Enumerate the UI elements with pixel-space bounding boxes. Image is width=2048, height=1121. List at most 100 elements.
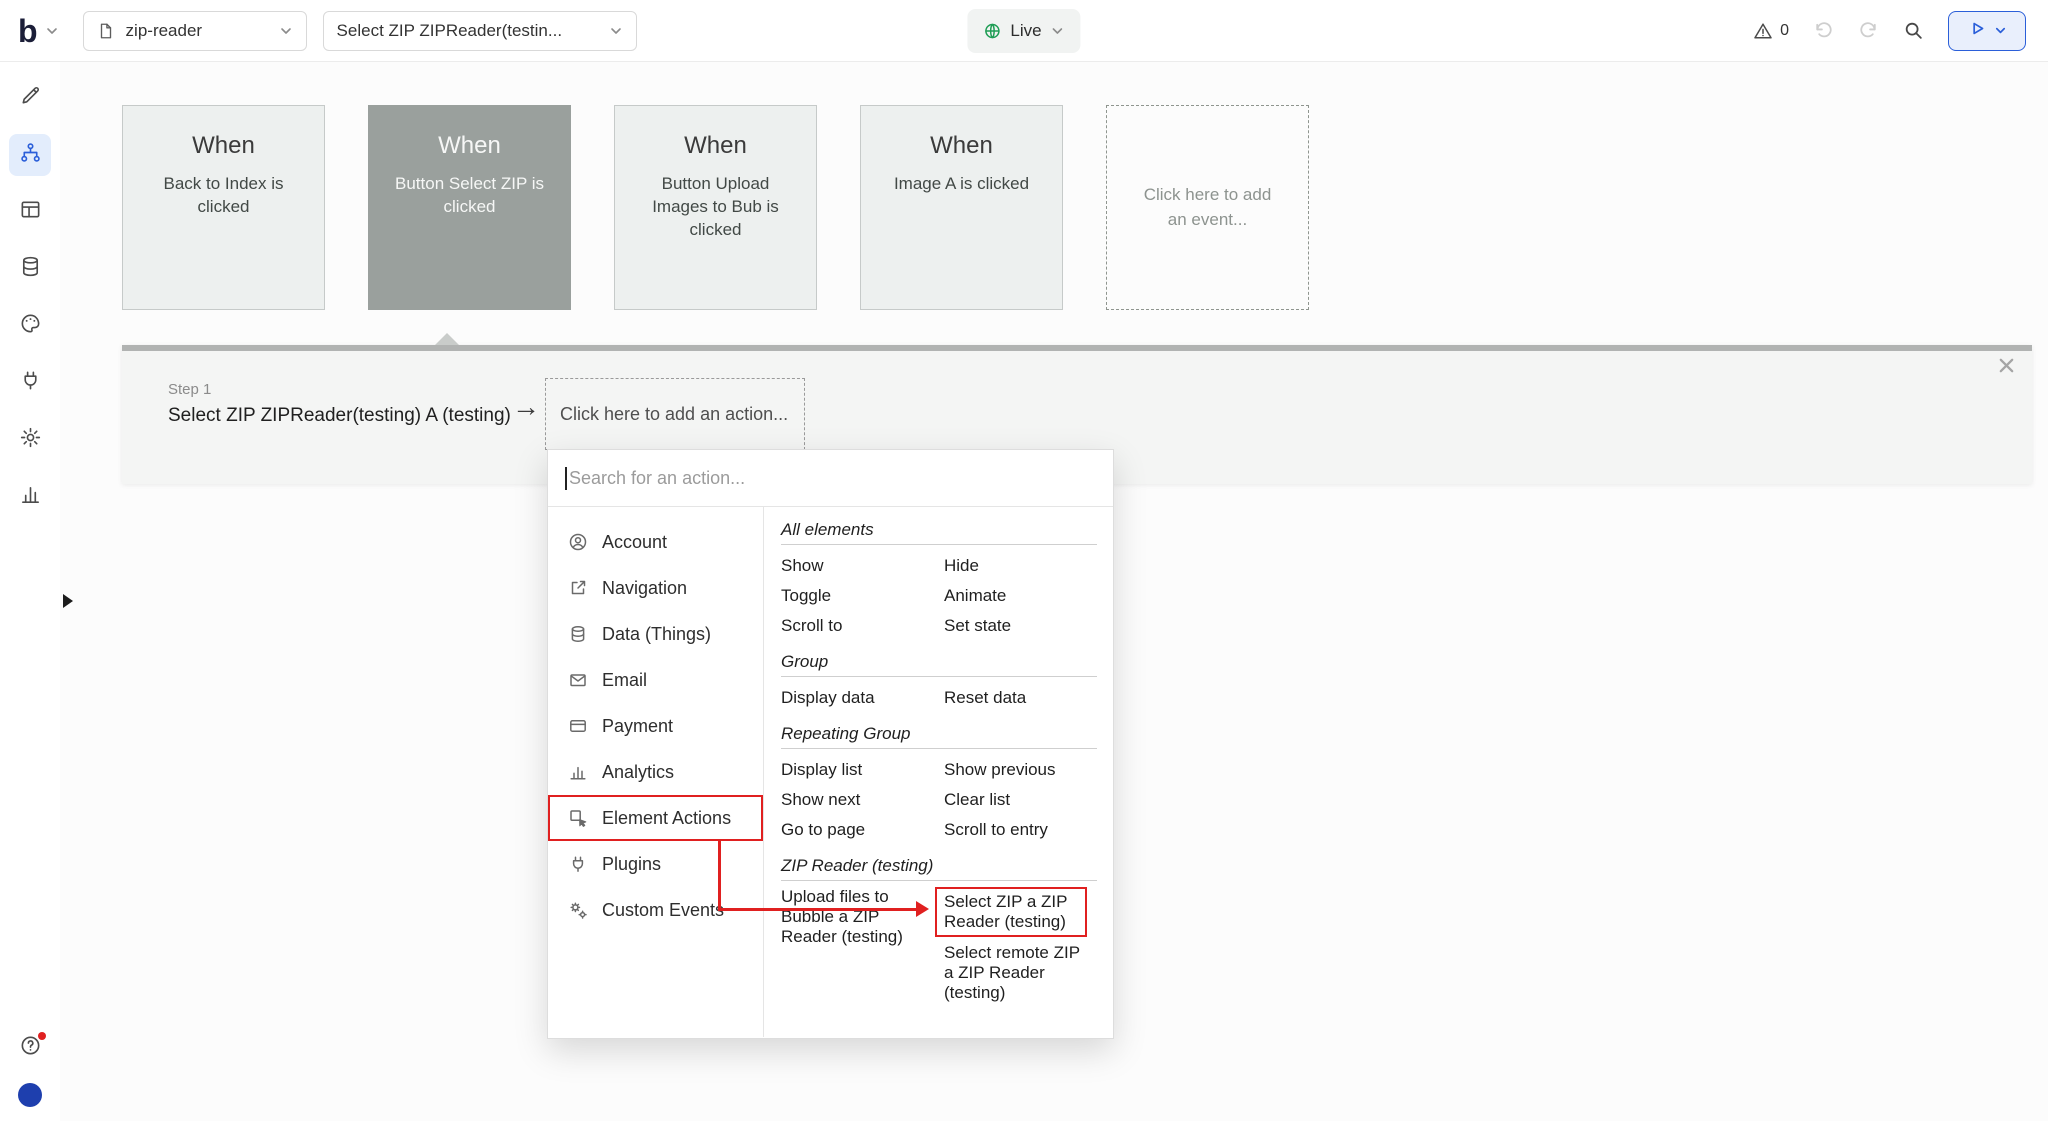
- action-category-analytics[interactable]: Analytics: [548, 749, 763, 795]
- left-toolbar: [0, 62, 60, 1121]
- analytics-icon: [568, 762, 588, 782]
- action-item-scroll-to[interactable]: Scroll to: [781, 611, 944, 641]
- action-item-select-zip-a-zip-reader-testing[interactable]: Select ZIP a ZIP Reader (testing): [944, 887, 1097, 937]
- undo-icon[interactable]: [1813, 20, 1834, 41]
- sidebar-item-settings[interactable]: [9, 419, 51, 461]
- action-item-animate[interactable]: Animate: [944, 581, 1097, 611]
- issues-count: 0: [1780, 22, 1789, 40]
- pencil-icon: [19, 84, 42, 112]
- action-category-email[interactable]: Email: [548, 657, 763, 703]
- action-picker-popup: Account Navigation Data (Things) Email Payme…: [547, 449, 1114, 1039]
- chevron-down-icon: [279, 24, 293, 38]
- gear-icon: [19, 426, 42, 454]
- action-item-clear-list[interactable]: Clear list: [944, 785, 1097, 815]
- environment-selector[interactable]: Live: [967, 9, 1080, 53]
- element-selector-dropdown[interactable]: Select ZIP ZIPReader(testin...: [323, 11, 637, 51]
- bubble-logo-menu[interactable]: b: [18, 15, 59, 47]
- plugins-icon: [568, 854, 588, 874]
- sidebar-bottom: [9, 1027, 51, 1107]
- sidebar-item-workflow[interactable]: [9, 134, 51, 176]
- action-item-select-remote-zip-a-zip-reader-testing[interactable]: Select remote ZIP a ZIP Reader (testing): [944, 943, 1097, 1003]
- action-category-navigation[interactable]: Navigation: [548, 565, 763, 611]
- top-bar: b zip-reader Select ZIP ZIPReader(testin…: [0, 0, 2048, 62]
- element-selector-value: Select ZIP ZIPReader(testin...: [337, 21, 598, 41]
- action-item-show-next[interactable]: Show next: [781, 785, 944, 815]
- event-subtitle: Image A is clicked: [878, 173, 1045, 196]
- action-item-reset-data[interactable]: Reset data: [944, 683, 1097, 713]
- step-number: Step 1: [168, 381, 511, 398]
- sidebar-expander-arrow[interactable]: [63, 594, 73, 608]
- add-action-box[interactable]: Click here to add an action...: [545, 378, 805, 450]
- category-label: Data (Things): [602, 624, 711, 645]
- action-category-plugins[interactable]: Plugins: [548, 841, 763, 887]
- action-item-set-state[interactable]: Set state: [944, 611, 1097, 641]
- event-card-image-a-is-clicked[interactable]: WhenImage A is clicked: [860, 105, 1063, 310]
- bar-chart-icon: [19, 483, 42, 511]
- section-items: Display dataReset data: [781, 683, 1097, 713]
- redo-icon[interactable]: [1858, 20, 1879, 41]
- section-title: ZIP Reader (testing): [781, 853, 1097, 881]
- action-search-input[interactable]: [569, 468, 1096, 489]
- add-action-label: Click here to add an action...: [560, 404, 788, 425]
- workflow-canvas: WhenBack to Index is clickedWhenButton S…: [60, 62, 2048, 1121]
- annotation-line-vertical: [718, 840, 721, 910]
- annotation-highlight-box: Select ZIP a ZIP Reader (testing): [935, 887, 1087, 937]
- action-category-account[interactable]: Account: [548, 519, 763, 565]
- search-icon[interactable]: [1903, 20, 1924, 41]
- custom-events-icon: [568, 900, 588, 920]
- event-card-button-upload-images-to-bub-is-clicked[interactable]: WhenButton Upload Images to Bub is click…: [614, 105, 817, 310]
- action-section-group: Group Display dataReset data: [781, 649, 1097, 713]
- step-title: Select ZIP ZIPReader(testing) A (testing…: [168, 405, 511, 427]
- close-icon[interactable]: [1997, 356, 2016, 375]
- annotation-arrowhead: [916, 901, 929, 917]
- environment-label: Live: [1010, 21, 1041, 41]
- action-category-data-things[interactable]: Data (Things): [548, 611, 763, 657]
- category-label: Email: [602, 670, 647, 691]
- sidebar-item-logs[interactable]: [9, 476, 51, 518]
- action-item-display-list[interactable]: Display list: [781, 755, 944, 785]
- email-icon: [568, 670, 588, 690]
- category-label: Element Actions: [602, 808, 731, 829]
- page-selector-dropdown[interactable]: zip-reader: [83, 11, 307, 51]
- sidebar-item-data[interactable]: [9, 248, 51, 290]
- database-icon: [19, 255, 42, 283]
- event-subtitle: Button Select ZIP is clicked: [386, 173, 553, 219]
- section-title: Group: [781, 649, 1097, 677]
- section-items: Upload files to Bubble a ZIP Reader (tes…: [781, 887, 1097, 1003]
- category-label: Custom Events: [602, 900, 724, 921]
- sidebar-item-plugins[interactable]: [9, 362, 51, 404]
- sidebar-item-layout[interactable]: [9, 191, 51, 233]
- step-1-block[interactable]: Step 1 Select ZIP ZIPReader(testing) A (…: [168, 381, 511, 427]
- horizontal-scrollbar[interactable]: [122, 345, 2032, 351]
- sidebar-item-design[interactable]: [9, 77, 51, 119]
- add-event-box[interactable]: Click here to add an event...: [1106, 105, 1309, 310]
- action-item-display-data[interactable]: Display data: [781, 683, 944, 713]
- payment-icon: [568, 716, 588, 736]
- layout-icon: [19, 198, 42, 226]
- arrow-right-icon: [512, 391, 540, 423]
- plug-icon: [19, 369, 42, 397]
- action-item-toggle[interactable]: Toggle: [781, 581, 944, 611]
- action-search[interactable]: [548, 450, 1113, 507]
- category-label: Account: [602, 532, 667, 553]
- action-category-payment[interactable]: Payment: [548, 703, 763, 749]
- issues-indicator[interactable]: 0: [1753, 21, 1789, 41]
- action-section-repeating-group: Repeating GroupDisplay listShow previous…: [781, 721, 1097, 845]
- event-title: When: [632, 132, 799, 160]
- category-label: Analytics: [602, 762, 674, 783]
- event-card-back-to-index-is-clicked[interactable]: WhenBack to Index is clicked: [122, 105, 325, 310]
- sidebar-item-styles[interactable]: [9, 305, 51, 347]
- preview-button[interactable]: [1948, 11, 2026, 51]
- action-item-show-previous[interactable]: Show previous: [944, 755, 1097, 785]
- action-section-all-elements: All elementsShowHideToggleAnimateScroll …: [781, 517, 1097, 641]
- annotation-line-horizontal: [718, 908, 916, 911]
- help-button[interactable]: [9, 1027, 51, 1069]
- action-item-hide[interactable]: Hide: [944, 551, 1097, 581]
- action-item-scroll-to-entry[interactable]: Scroll to entry: [944, 815, 1097, 845]
- action-item-go-to-page[interactable]: Go to page: [781, 815, 944, 845]
- action-category-element-actions[interactable]: Element Actions: [548, 795, 763, 841]
- event-card-button-select-zip-is-clicked[interactable]: WhenButton Select ZIP is clicked: [368, 105, 571, 310]
- user-avatar[interactable]: [18, 1083, 42, 1107]
- action-item-show[interactable]: Show: [781, 551, 944, 581]
- element-actions-icon: [568, 808, 588, 828]
